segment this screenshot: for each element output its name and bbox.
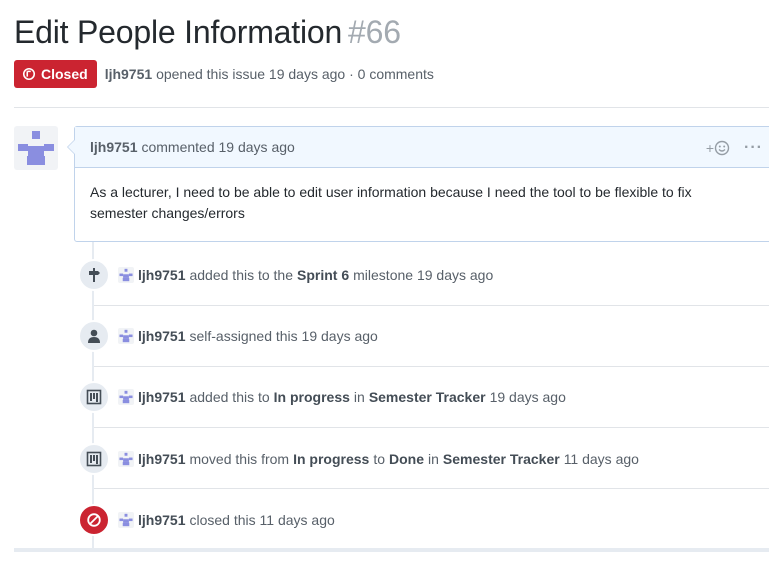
event-text: in	[353, 389, 365, 405]
event-text: in	[428, 451, 439, 467]
timeline-event-project-added: ljh9751 added this to In progress in Sem…	[78, 381, 769, 413]
closed-badge	[78, 504, 110, 536]
timeline-event-assigned: ljh9751 self-assigned this 19 days ago	[78, 320, 769, 352]
issue-opened-info: ljh9751 opened this issue 19 days ago · …	[105, 66, 434, 82]
milestone-link[interactable]: Sprint 6	[297, 267, 349, 283]
event-timestamp[interactable]: 11 days ago	[564, 451, 639, 467]
event-user-link[interactable]: ljh9751	[138, 328, 185, 344]
header-divider	[14, 107, 769, 108]
state-badge: Closed	[14, 60, 97, 88]
event-text: closed this 11 days ago	[189, 512, 335, 528]
person-icon	[88, 329, 100, 343]
project-link[interactable]: Semester Tracker	[443, 451, 560, 467]
project-icon	[86, 389, 102, 405]
event-divider	[94, 366, 769, 367]
comment-actions: + ···	[706, 127, 763, 168]
project-icon	[86, 451, 102, 467]
issue-number: #66	[348, 14, 401, 50]
issue-title-text: Edit People Information	[14, 14, 343, 50]
event-text: to	[373, 451, 386, 467]
more-options-button[interactable]: ···	[744, 139, 763, 157]
event-text: self-assigned this 19 days ago	[189, 328, 378, 344]
timeline-event-milestone: ljh9751 added this to the Sprint 6 miles…	[78, 259, 769, 291]
comment-box: ljh9751 commented 19 days ago + ··· As a…	[67, 126, 769, 242]
smiley-icon	[714, 140, 730, 155]
add-reaction-button[interactable]: +	[706, 140, 730, 156]
issue-closed-icon	[22, 67, 36, 81]
event-user-link[interactable]: ljh9751	[138, 267, 185, 283]
comment-author-avatar[interactable]	[14, 126, 58, 170]
project-badge	[78, 381, 110, 413]
issue-title: Edit People Information #66	[14, 14, 401, 51]
issue-opened-text: opened this issue 19 days ago · 0 commen…	[156, 66, 434, 82]
comment-pointer	[67, 139, 75, 155]
event-timestamp[interactable]: 19 days ago	[490, 389, 566, 405]
event-text: added this to	[189, 389, 270, 405]
comment-author-link[interactable]: ljh9751	[90, 139, 137, 155]
event-user-link[interactable]: ljh9751	[138, 389, 185, 405]
identicon-icon	[18, 131, 54, 165]
event-divider	[94, 305, 769, 306]
column-name: In progress	[273, 389, 350, 405]
event-user-link[interactable]: ljh9751	[138, 451, 185, 467]
event-user-avatar[interactable]	[118, 267, 134, 283]
event-text: added this to the	[189, 267, 294, 283]
column-name-from: In progress	[293, 451, 370, 467]
column-name-to: Done	[389, 451, 425, 467]
issue-meta: Closed ljh9751 opened this issue 19 days…	[14, 60, 434, 88]
timeline-event-project-moved: ljh9751 moved this from In progress to D…	[78, 443, 769, 475]
comment-header: ljh9751 commented 19 days ago + ···	[67, 127, 769, 168]
timeline-end-bar	[14, 548, 769, 552]
event-user-link[interactable]: ljh9751	[138, 512, 185, 528]
milestone-badge	[78, 259, 110, 291]
closed-circle-icon	[87, 513, 101, 527]
event-divider	[94, 427, 769, 428]
milestone-icon	[89, 268, 100, 282]
project-link[interactable]: Semester Tracker	[369, 389, 486, 405]
reaction-plus: +	[705, 139, 715, 156]
comment-body: As a lecturer, I need to be able to edit…	[90, 184, 692, 221]
event-user-avatar[interactable]	[118, 512, 134, 528]
comment-timestamp[interactable]: commented 19 days ago	[141, 139, 294, 155]
event-text: milestone 19 days ago	[353, 267, 494, 283]
project-badge	[78, 443, 110, 475]
timeline-event-closed: ljh9751 closed this 11 days ago	[78, 504, 769, 536]
event-user-avatar[interactable]	[118, 328, 134, 344]
event-text: moved this from	[189, 451, 290, 467]
state-badge-label: Closed	[41, 66, 88, 82]
issue-author-link[interactable]: ljh9751	[105, 66, 152, 82]
assign-badge	[78, 320, 110, 352]
event-user-avatar[interactable]	[118, 389, 134, 405]
event-divider	[94, 488, 769, 489]
event-user-avatar[interactable]	[118, 451, 134, 467]
